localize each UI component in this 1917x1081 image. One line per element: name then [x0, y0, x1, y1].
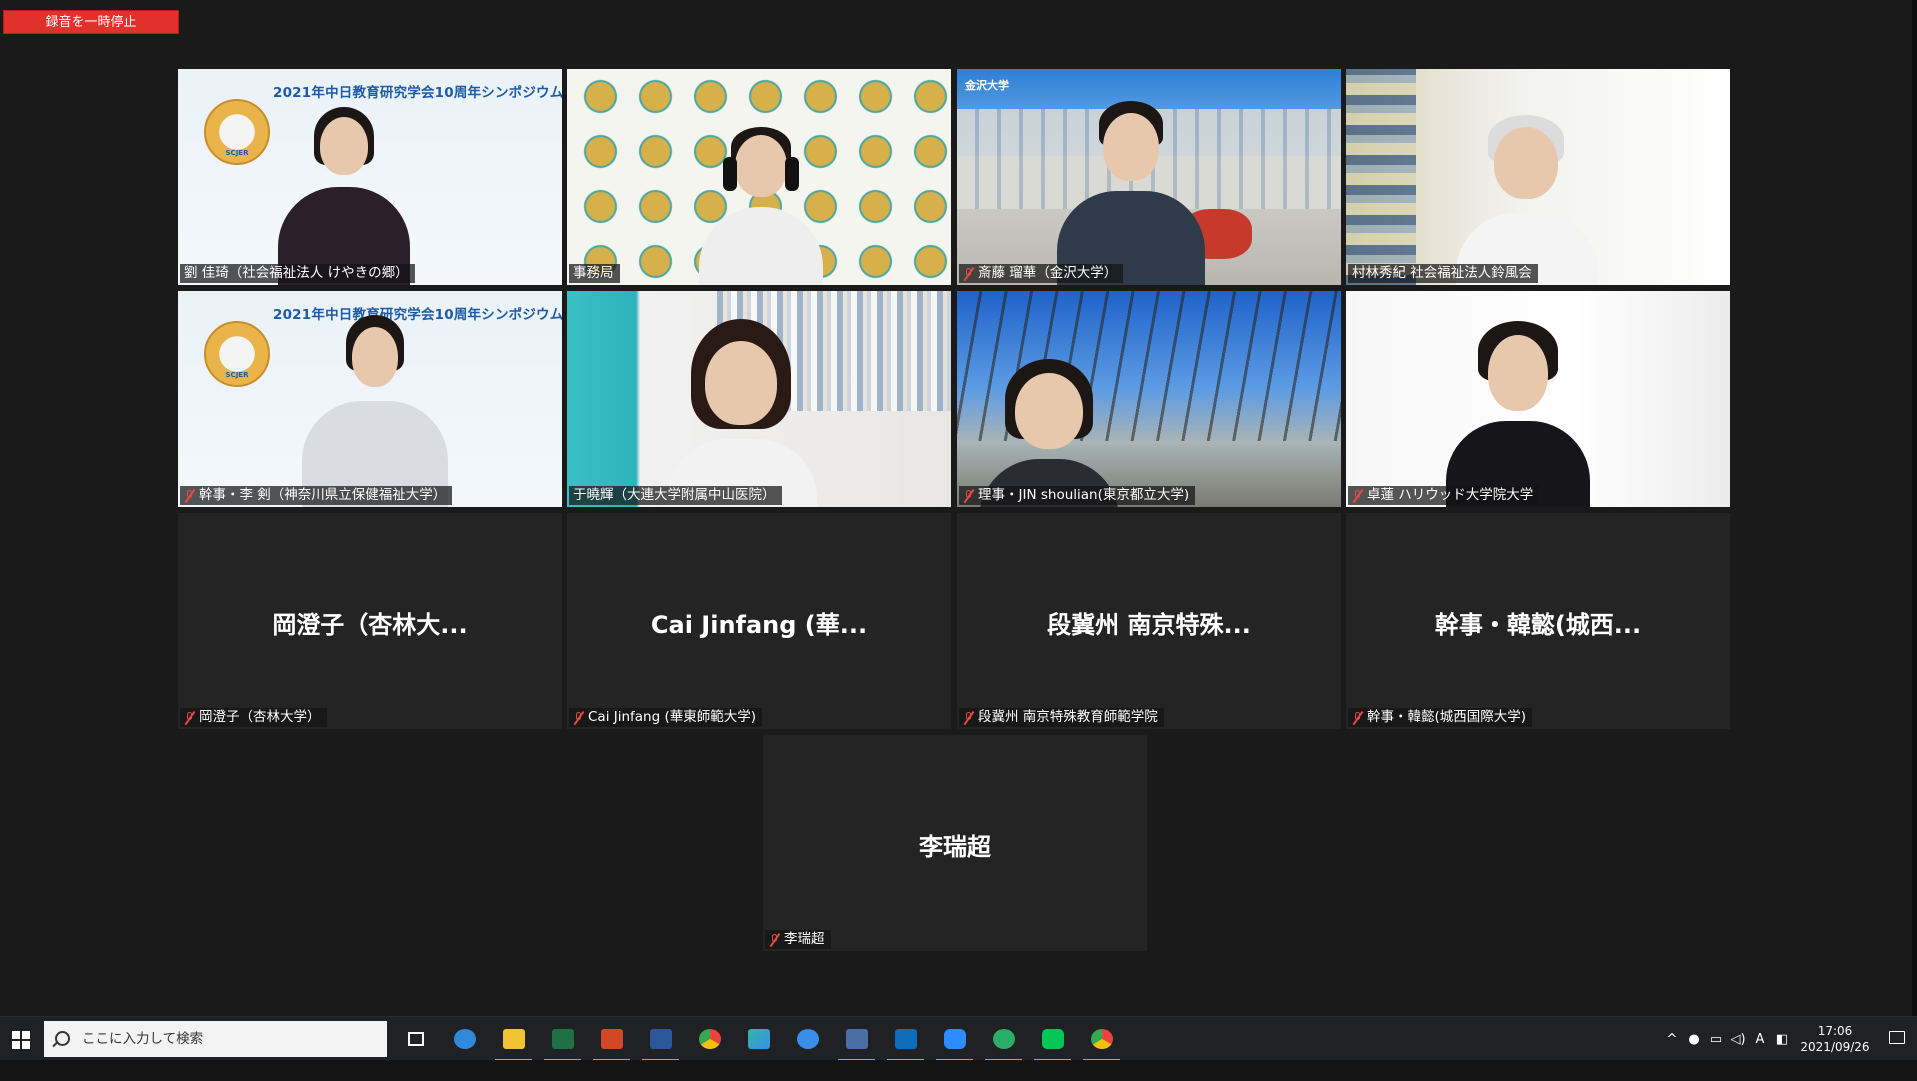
mic-muted-icon [963, 711, 975, 725]
video-tile-active-speaker[interactable]: 事務局 [567, 69, 951, 285]
participant-video: 2021年中日教育研究学会10周年シンポジウム SCJER [178, 69, 562, 285]
participant-display-name: Cai Jinfang (華... [650, 611, 868, 639]
outlook-icon[interactable] [881, 1017, 930, 1061]
line-icon[interactable] [1028, 1017, 1077, 1061]
screen-bottom-border [0, 1060, 1917, 1081]
video-off-tile[interactable]: 岡澄子（杏林大... 岡澄子（杏林大学） [178, 513, 562, 729]
microphone-icon[interactable]: ● [1683, 1032, 1705, 1047]
ime-indicator[interactable]: A [1749, 1032, 1771, 1047]
zoom-icon[interactable] [930, 1017, 979, 1061]
participant-name-label: 幹事・韓懿(城西国際大学) [1348, 708, 1533, 727]
participant-name-label: 段冀州 南京特殊教育師範学院 [959, 708, 1164, 727]
video-tile[interactable]: 卓蓮 ハリウッド大学院大学 [1346, 291, 1730, 507]
logo-text: SCJER [225, 371, 249, 379]
mic-muted-icon [963, 489, 975, 503]
app-blue-bird-icon[interactable] [783, 1017, 832, 1061]
participant-display-name: 李瑞超 [919, 833, 991, 861]
task-view-icon[interactable] [391, 1017, 440, 1061]
taskbar-search-input[interactable]: ここに入力して検索 [44, 1021, 387, 1057]
participant-name-label: 村林秀紀 社会福祉法人鈴風会 [1348, 264, 1538, 283]
video-off-tile[interactable]: 段冀州 南京特殊... 段冀州 南京特殊教育師範学院 [957, 513, 1341, 729]
participant-name-label: 李瑞超 [765, 930, 831, 949]
participant-display-name: 幹事・韓懿(城西... [1434, 611, 1642, 639]
window-edge [1912, 0, 1917, 1016]
video-off-tile[interactable]: Cai Jinfang (華... Cai Jinfang (華東師範大学) [567, 513, 951, 729]
powerpoint-icon[interactable] [587, 1017, 636, 1061]
app-green-blue-icon[interactable] [734, 1017, 783, 1061]
windows-start-icon[interactable] [6, 1023, 38, 1055]
clock-date: 2021/09/26 [1800, 1040, 1870, 1054]
participant-name-label: Cai Jinfang (華東師範大学) [569, 708, 763, 727]
participant-video [1346, 69, 1730, 285]
word-icon[interactable] [636, 1017, 685, 1061]
network-icon[interactable]: ▭ [1705, 1032, 1727, 1047]
participant-video [957, 291, 1341, 507]
building-sign: 金沢大学 [965, 79, 1009, 92]
participant-name-label: 理事・JIN shoulian(東京都立大学) [959, 486, 1196, 505]
participant-name-label: 斎藤 瑠華（金沢大学） [959, 264, 1124, 283]
mic-muted-icon [184, 489, 196, 503]
participant-video [567, 69, 951, 285]
video-off-tile[interactable]: 幹事・韓懿(城西... 幹事・韓懿(城西国際大学) [1346, 513, 1730, 729]
ime-mode-icon[interactable]: ◧ [1771, 1032, 1793, 1047]
system-tray: ^ ● ▭ ◁) A ◧ 17:06 2021/09/26 [1661, 1017, 1917, 1061]
action-center-icon[interactable] [1877, 1017, 1917, 1061]
mic-muted-icon [573, 711, 585, 725]
society-logo-icon: SCJER [204, 99, 270, 165]
video-off-tile[interactable]: 李瑞超 李瑞超 [763, 735, 1147, 951]
chrome-icon[interactable] [685, 1017, 734, 1061]
participant-name-label: 幹事・李 剣（神奈川県立保健福祉大学） [180, 486, 453, 505]
mic-muted-icon [963, 267, 975, 281]
video-tile[interactable]: 金沢大学 斎藤 瑠華（金沢大学） [957, 69, 1341, 285]
pause-recording-button[interactable]: 録音を一時停止 [3, 10, 179, 34]
taskbar-clock[interactable]: 17:06 2021/09/26 [1793, 1023, 1877, 1055]
participant-display-name: 岡澄子（杏林大... [272, 611, 468, 639]
participant-video: 金沢大学 [957, 69, 1341, 285]
wechat-icon[interactable] [979, 1017, 1028, 1061]
mic-muted-icon [184, 711, 196, 725]
participant-name-label: 卓蓮 ハリウッド大学院大学 [1348, 486, 1540, 505]
zoom-meeting-window: 録音を一時停止 2021年中日教育研究学会10周年シンポジウム SCJER 劉 … [0, 0, 1917, 1016]
clock-time: 17:06 [1817, 1024, 1853, 1038]
volume-icon[interactable]: ◁) [1727, 1032, 1749, 1047]
video-tile[interactable]: 村林秀紀 社会福祉法人鈴風会 [1346, 69, 1730, 285]
windows-taskbar: ここに入力して検索 ^ ● ▭ ◁) A ◧ 17:06 2021/09/26 [0, 1016, 1917, 1061]
mic-muted-icon [1352, 489, 1364, 503]
search-icon [55, 1031, 70, 1046]
participant-name-label: 岡澄子（杏林大学） [180, 708, 327, 727]
taskbar-app-list [391, 1017, 1126, 1061]
logo-text: SCJER [225, 149, 249, 157]
video-tile[interactable]: 2021年中日教育研究学会10周年シンポジウム SCJER 幹事・李 剣（神奈川… [178, 291, 562, 507]
video-tile[interactable]: 2021年中日教育研究学会10周年シンポジウム SCJER 劉 佳琦（社会福祉法… [178, 69, 562, 285]
mic-muted-icon [769, 933, 781, 947]
participant-video [1346, 291, 1730, 507]
video-tile[interactable]: 于曉輝（大連大学附属中山医院） [567, 291, 951, 507]
symposium-banner: 2021年中日教育研究学会10周年シンポジウム [273, 85, 562, 101]
edge-icon[interactable] [440, 1017, 489, 1061]
participant-name-label: 劉 佳琦（社会福祉法人 けやきの郷） [180, 264, 415, 283]
chevron-up-icon[interactable]: ^ [1661, 1032, 1683, 1047]
participant-name-label: 事務局 [569, 264, 620, 283]
symposium-banner: 2021年中日教育研究学会10周年シンポジウム [273, 307, 562, 323]
participant-display-name: 段冀州 南京特殊... [1047, 611, 1251, 639]
app-presenter-icon[interactable] [832, 1017, 881, 1061]
mic-muted-icon [1352, 711, 1364, 725]
excel-icon[interactable] [538, 1017, 587, 1061]
participant-video: 2021年中日教育研究学会10周年シンポジウム SCJER [178, 291, 562, 507]
file-explorer-icon[interactable] [489, 1017, 538, 1061]
search-placeholder: ここに入力して検索 [82, 1031, 204, 1047]
chrome-profile-icon[interactable] [1077, 1017, 1126, 1061]
video-tile[interactable]: 理事・JIN shoulian(東京都立大学) [957, 291, 1341, 507]
society-logo-icon: SCJER [204, 321, 270, 387]
participant-video [567, 291, 951, 507]
participant-name-label: 于曉輝（大連大学附属中山医院） [569, 486, 782, 505]
